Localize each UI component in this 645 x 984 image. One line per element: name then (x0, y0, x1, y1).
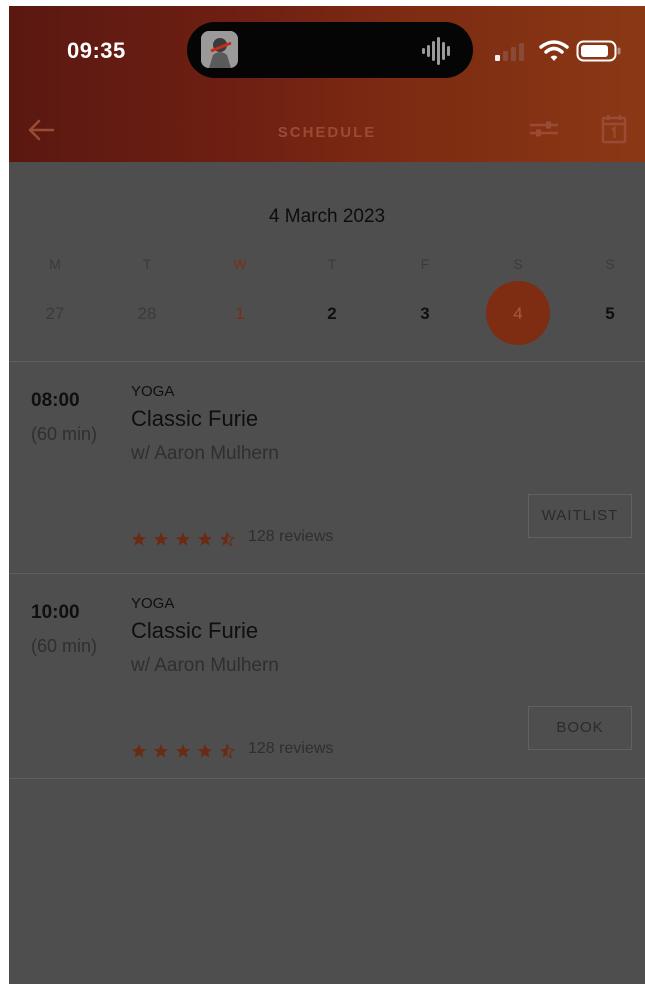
filter-icon[interactable] (529, 119, 559, 139)
class-category: YOGA (131, 595, 175, 612)
app-screen: 09:35 SCHEDULE 4 March 2023 M T W T F S … (9, 6, 645, 984)
day-5[interactable]: 5 (590, 304, 630, 324)
day-3[interactable]: 3 (405, 304, 445, 324)
selected-date-label: 4 March 2023 (268, 206, 386, 227)
class-duration: (60 min) (31, 424, 98, 444)
day-27[interactable]: 27 (35, 304, 75, 324)
star-icon (176, 744, 190, 758)
calendar-icon[interactable] (601, 114, 627, 144)
star-icon (198, 744, 212, 758)
weekday-letter-today: W (233, 256, 247, 272)
day-4-selected[interactable]: 4 (498, 304, 538, 324)
weekday-letter: F (420, 256, 430, 272)
rating-stars (132, 743, 236, 759)
book-button[interactable]: BOOK (528, 706, 632, 750)
class-instructor: w/ Aaron Mulhern (131, 655, 279, 676)
class-duration: (60 min) (31, 636, 98, 656)
star-icon (176, 532, 190, 546)
class-name: Classic Furie (131, 618, 259, 643)
half-star-icon (220, 744, 227, 758)
class-category: YOGA (131, 383, 175, 400)
dynamic-island[interactable] (187, 22, 473, 78)
battery-icon (576, 40, 621, 62)
weekday-letter: T (142, 256, 152, 272)
day-1-today[interactable]: 1 (220, 304, 260, 324)
star-icon (198, 532, 212, 546)
header: 09:35 SCHEDULE (9, 6, 645, 162)
review-count[interactable]: 128 reviews (248, 740, 333, 758)
class-time: 08:00 (31, 390, 80, 411)
now-playing-artwork (201, 31, 238, 68)
day-28[interactable]: 28 (127, 304, 167, 324)
week-strip: 4 March 2023 M T W T F S S 27 28 1 2 3 4… (9, 162, 645, 361)
day-2[interactable]: 2 (312, 304, 352, 324)
waitlist-button[interactable]: WAITLIST (528, 494, 632, 538)
status-time: 09:35 (67, 38, 126, 63)
class-time: 10:00 (31, 602, 80, 623)
class-name: Classic Furie (131, 406, 259, 431)
weekday-letter: M (49, 256, 61, 272)
star-icon (154, 744, 168, 758)
wifi-icon (539, 40, 569, 61)
rating-stars (132, 531, 236, 547)
half-star-icon (220, 532, 227, 546)
review-count[interactable]: 128 reviews (248, 528, 333, 546)
star-icon (154, 532, 168, 546)
divider (9, 778, 645, 779)
weekday-letter: S (513, 256, 523, 272)
weekday-letter: S (605, 256, 615, 272)
star-icon (132, 532, 146, 546)
class-row[interactable]: 10:00 (60 min) YOGA Classic Furie w/ Aar… (9, 574, 645, 778)
class-instructor: w/ Aaron Mulhern (131, 443, 279, 464)
class-row[interactable]: 08:00 (60 min) YOGA Classic Furie w/ Aar… (9, 362, 645, 566)
signal-icon (495, 43, 524, 61)
weekday-letter: T (327, 256, 337, 272)
audio-wave-icon (422, 37, 450, 65)
star-icon (132, 744, 146, 758)
